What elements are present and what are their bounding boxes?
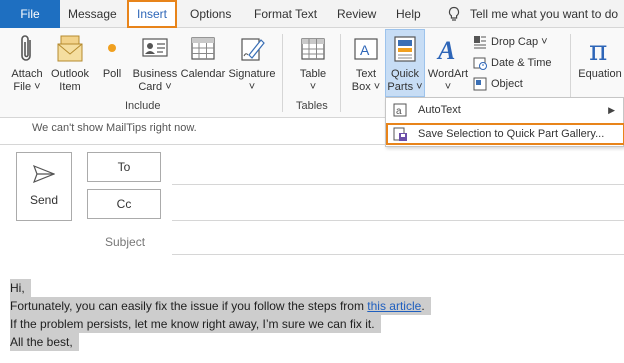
drop-cap-icon xyxy=(474,36,486,49)
svg-text:a: a xyxy=(396,106,402,117)
body-line-1[interactable]: Fortunately, you can easily fix the issu… xyxy=(10,297,431,315)
save-selection-icon xyxy=(393,127,407,141)
poll-button[interactable]: Poll xyxy=(97,34,127,81)
tab-help[interactable]: Help xyxy=(396,0,421,28)
date-time-icon xyxy=(473,57,487,71)
wordart-button[interactable]: A WordArt ˅ xyxy=(426,34,470,94)
menu-item-autotext[interactable]: a AutoText ▶ xyxy=(386,99,624,121)
tab-insert[interactable]: Insert xyxy=(127,0,178,28)
business-card-icon xyxy=(142,38,168,57)
pi-icon: π xyxy=(589,34,607,64)
group-separator xyxy=(340,34,341,112)
ribbon-tab-bar: File Message Insert Options Format Text … xyxy=(0,0,624,28)
lightbulb-icon xyxy=(448,6,460,21)
cc-field-line[interactable] xyxy=(172,220,624,221)
send-button[interactable]: Send xyxy=(16,152,72,221)
this-article-link[interactable]: this article xyxy=(367,299,421,313)
submenu-arrow-icon: ▶ xyxy=(608,105,615,115)
paperclip-icon xyxy=(21,35,31,61)
wordart-icon: A xyxy=(436,36,455,64)
body-line-2[interactable]: If the problem persists, let me know rig… xyxy=(10,315,381,333)
tab-review[interactable]: Review xyxy=(337,0,376,28)
date-time-button[interactable]: Date & Time xyxy=(473,54,552,72)
cc-button[interactable]: Cc xyxy=(87,189,161,219)
autotext-icon: a xyxy=(393,103,407,117)
text-box-button[interactable]: A Text Box ˅ xyxy=(348,34,384,94)
svg-text:A: A xyxy=(436,36,455,64)
poll-dot-icon xyxy=(108,44,116,52)
table-grid-icon xyxy=(301,38,325,60)
send-paper-plane-icon xyxy=(33,165,55,183)
mailtips-message: We can't show MailTips right now. xyxy=(32,122,197,134)
group-label-tables: Tables xyxy=(296,100,328,112)
svg-text:A: A xyxy=(360,42,370,58)
envelope-icon xyxy=(57,35,83,62)
to-field-line[interactable] xyxy=(172,184,624,185)
quick-parts-menu: a AutoText ▶ Save Selection to Quick Par… xyxy=(385,97,624,147)
object-icon xyxy=(473,77,487,91)
tab-file[interactable]: File xyxy=(0,0,60,28)
tell-me-search[interactable]: Tell me what you want to do xyxy=(470,0,618,28)
drop-cap-button[interactable]: Drop Cap ˅ xyxy=(473,33,548,51)
subject-label: Subject xyxy=(105,235,146,249)
tab-format-text[interactable]: Format Text xyxy=(254,0,317,28)
object-button[interactable]: Object xyxy=(473,75,523,93)
svg-text:π: π xyxy=(589,34,607,64)
outlook-item-button[interactable]: Outlook Item xyxy=(48,34,92,94)
tab-options[interactable]: Options xyxy=(190,0,231,28)
quick-parts-icon xyxy=(394,36,416,62)
quick-parts-button[interactable]: Quick Parts ˅ xyxy=(386,34,424,94)
attach-file-button[interactable]: Attach File ˅ xyxy=(6,34,48,94)
body-greeting[interactable]: Hi, xyxy=(10,279,31,297)
menu-item-save-selection[interactable]: Save Selection to Quick Part Gallery... xyxy=(386,123,624,145)
signature-pen-icon xyxy=(241,38,265,61)
group-separator xyxy=(282,34,283,112)
calendar-grid-icon xyxy=(191,37,215,60)
business-card-button[interactable]: Business Card ˅ xyxy=(131,34,179,94)
table-button[interactable]: Table ˅ xyxy=(292,34,334,94)
equation-button[interactable]: π Equation xyxy=(576,34,624,81)
divider xyxy=(0,144,385,145)
to-button[interactable]: To xyxy=(87,152,161,182)
body-closing[interactable]: All the best, xyxy=(10,333,79,351)
group-label-include: Include xyxy=(125,100,161,112)
text-box-icon: A xyxy=(354,38,378,60)
subject-field-line[interactable] xyxy=(172,254,624,255)
tab-message[interactable]: Message xyxy=(68,0,117,28)
calendar-button[interactable]: Calendar xyxy=(180,34,226,81)
signature-button[interactable]: Signature ˅ xyxy=(227,34,277,94)
